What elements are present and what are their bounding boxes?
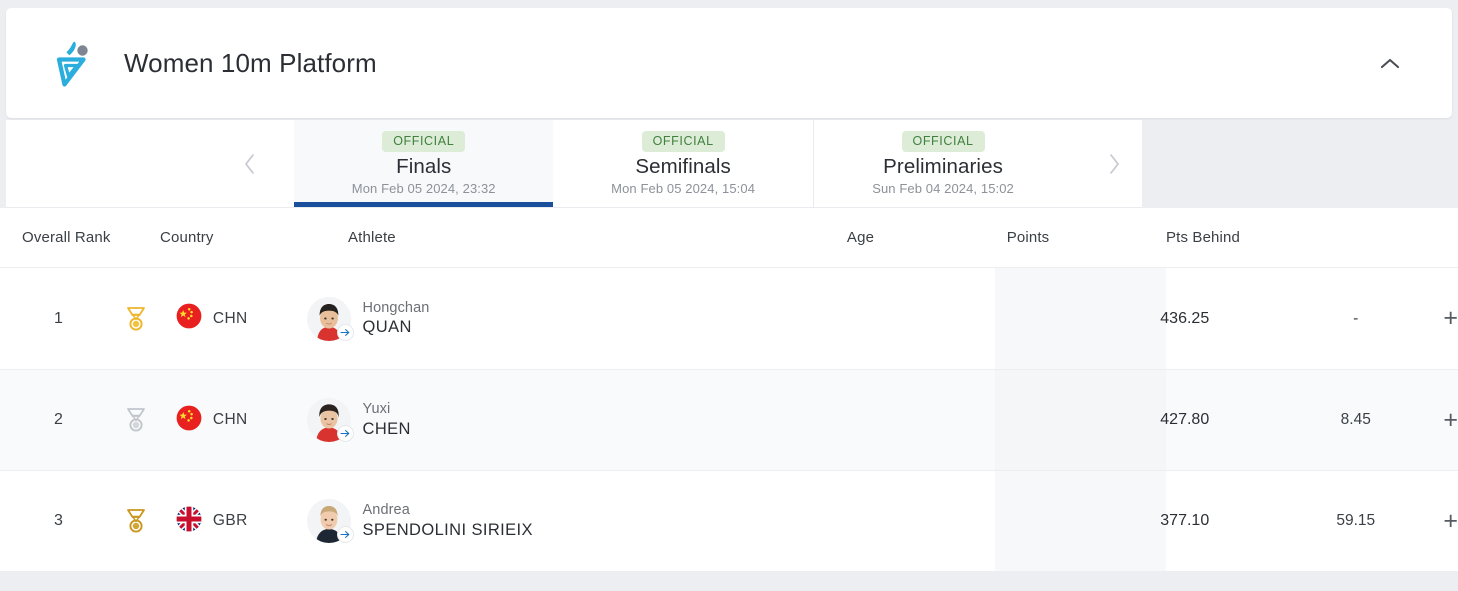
- chevron-up-icon[interactable]: [1376, 49, 1404, 77]
- plus-icon[interactable]: +: [1443, 306, 1458, 331]
- gold-medal-icon: [117, 305, 156, 333]
- column-header-overall-rank: Overall Rank: [0, 229, 160, 246]
- rank-value: 3: [54, 512, 63, 529]
- athlete-last-name: SPENDOLINI SIRIEIX: [363, 520, 533, 540]
- points-value: 377.10: [1160, 512, 1209, 529]
- plus-icon[interactable]: +: [1443, 408, 1458, 433]
- pts-behind-value: 59.15: [1336, 512, 1375, 529]
- status-badge: OFFICIAL: [382, 131, 465, 152]
- table-row[interactable]: 3: [0, 470, 1458, 571]
- active-tab-indicator: [294, 202, 553, 207]
- event-header-card: Women 10m Platform: [6, 8, 1452, 118]
- tab-label: Preliminaries: [883, 155, 1003, 179]
- tab-finals[interactable]: OFFICIAL Finals Mon Feb 05 2024, 23:32: [294, 120, 553, 207]
- points-value: 427.80: [1160, 411, 1209, 428]
- status-badge: OFFICIAL: [642, 131, 725, 152]
- column-header-athlete: Athlete: [348, 229, 778, 246]
- rank-value: 2: [54, 411, 63, 428]
- status-badge: OFFICIAL: [902, 131, 985, 152]
- chevron-right-icon[interactable]: [1072, 120, 1142, 207]
- page-title: Women 10m Platform: [124, 48, 377, 79]
- bronze-medal-icon: [117, 507, 156, 535]
- table-header-row: Overall Rank Country Athlete Age Points …: [0, 208, 1458, 268]
- avatar: [307, 398, 351, 442]
- athlete-first-name: Yuxi: [363, 401, 411, 419]
- pts-behind-value: -: [1353, 310, 1358, 327]
- chevron-left-icon[interactable]: [6, 120, 294, 207]
- column-header-points: Points: [943, 229, 1113, 246]
- column-header-age: Age: [778, 229, 943, 246]
- silver-medal-icon: [117, 406, 156, 434]
- flag-gbr: [176, 506, 202, 537]
- results-table: Overall Rank Country Athlete Age Points …: [0, 208, 1458, 571]
- country-code: CHN: [213, 310, 248, 328]
- avatar: [307, 297, 351, 341]
- tab-label: Semifinals: [635, 155, 731, 179]
- tab-label: Finals: [396, 155, 451, 179]
- diver-logo-icon: [50, 39, 94, 87]
- tab-date: Sun Feb 04 2024, 15:02: [872, 181, 1014, 196]
- athlete-profile-arrow-icon[interactable]: [337, 526, 354, 543]
- athlete-last-name: CHEN: [363, 419, 411, 439]
- flag-chn: [176, 405, 202, 436]
- plus-icon[interactable]: +: [1443, 509, 1458, 534]
- tab-date: Mon Feb 05 2024, 23:32: [352, 181, 496, 196]
- flag-chn: [176, 303, 202, 334]
- athlete-first-name: Andrea: [363, 502, 533, 520]
- athlete-first-name: Hongchan: [363, 300, 430, 318]
- column-header-pts-behind: Pts Behind: [1113, 229, 1293, 246]
- leaderboard-page: Women 10m Platform OFFICIAL Finals Mon F…: [0, 0, 1458, 591]
- table-row[interactable]: 2: [0, 369, 1458, 470]
- country-code: CHN: [213, 411, 248, 429]
- athlete-profile-arrow-icon[interactable]: [337, 324, 354, 341]
- tab-date: Mon Feb 05 2024, 15:04: [611, 181, 755, 196]
- table-row[interactable]: 1: [0, 268, 1458, 369]
- age-value: 19: [1010, 512, 1027, 529]
- athlete-last-name: QUAN: [363, 317, 430, 337]
- tab-preliminaries[interactable]: OFFICIAL Preliminaries Sun Feb 04 2024, …: [813, 120, 1072, 207]
- rank-value: 1: [54, 310, 63, 327]
- tab-semifinals[interactable]: OFFICIAL Semifinals Mon Feb 05 2024, 15:…: [553, 120, 812, 207]
- athlete-profile-arrow-icon[interactable]: [337, 425, 354, 442]
- pts-behind-value: 8.45: [1341, 411, 1371, 428]
- points-value: 436.25: [1160, 310, 1209, 327]
- age-value: 18: [1010, 411, 1027, 428]
- country-code: GBR: [213, 512, 248, 530]
- avatar: [307, 499, 351, 543]
- column-header-country: Country: [160, 229, 348, 246]
- round-tabs: OFFICIAL Finals Mon Feb 05 2024, 23:32 O…: [6, 120, 1142, 208]
- age-value: 16: [1010, 310, 1027, 327]
